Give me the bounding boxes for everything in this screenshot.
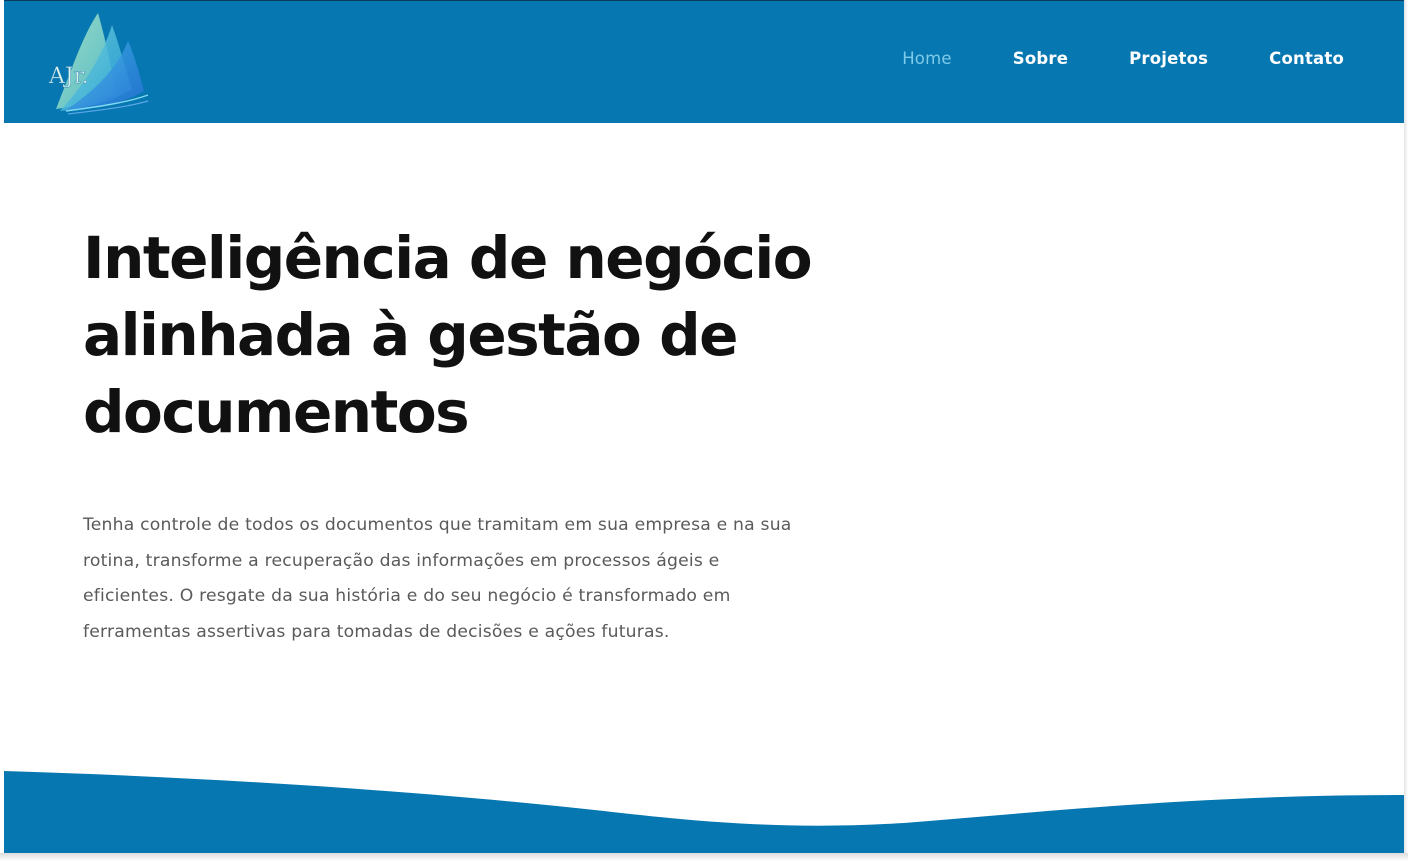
hero-title-line: alinhada à gestão de <box>83 301 738 369</box>
hero-description-line: Tenha controle de todos os documentos qu… <box>83 515 792 535</box>
hero-title-line: Inteligência de negócio <box>83 224 813 292</box>
hero-title-line: documentos <box>83 378 470 446</box>
hero-description-line: rotina, transforme a recuperação das inf… <box>83 550 720 571</box>
hero-description-line: eficientes. O resgate da sua história e … <box>83 586 731 606</box>
hero-description-line: ferramentas assertivas para tomadas de d… <box>83 621 670 642</box>
nav-projetos-link[interactable]: Projetos <box>1129 49 1208 68</box>
hero-title: Inteligência de negócio alinhada à gestã… <box>83 220 843 451</box>
browser-viewport: AJr. Home Sobre Projetos Contato Intelig… <box>4 0 1404 853</box>
page-shadow-bottom <box>0 853 1408 861</box>
logo-wings-icon: AJr. <box>48 13 149 115</box>
page: AJr. Home Sobre Projetos Contato Intelig… <box>0 0 1408 861</box>
nav-sobre-link[interactable]: Sobre <box>1013 49 1068 68</box>
top-navbar: AJr. Home Sobre Projetos Contato <box>4 0 1404 123</box>
main-navigation: Home Sobre Projetos Contato <box>841 49 1344 68</box>
nav-contato-link[interactable]: Contato <box>1269 49 1344 68</box>
hero-description: Tenha controle de todos os documentos qu… <box>83 508 913 650</box>
nav-home-link[interactable]: Home <box>902 49 952 68</box>
logo-text: AJr. <box>48 64 89 89</box>
bottom-wave-divider <box>4 771 1404 853</box>
brand-logo[interactable]: AJr. <box>46 11 150 115</box>
page-shadow-right <box>1404 0 1408 861</box>
